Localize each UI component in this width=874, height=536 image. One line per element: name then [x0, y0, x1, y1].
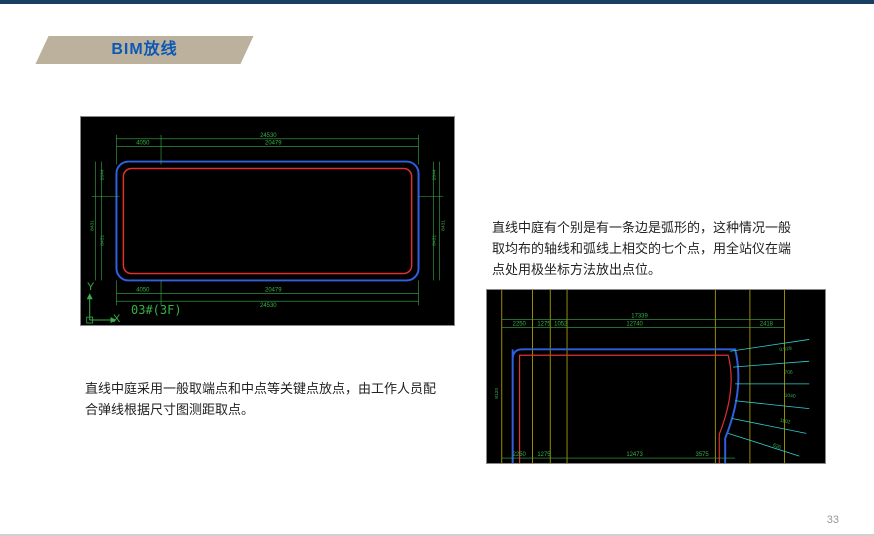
dim-text: 2644	[431, 169, 437, 180]
cad-figure-2: 2250 1275 1052 17339 12740 2418 2250 127…	[486, 289, 826, 464]
dim-text: 2418	[760, 322, 774, 328]
dim-text: 24530	[260, 133, 277, 139]
slide-title: BIM放线	[42, 36, 247, 64]
page-number: 33	[827, 514, 839, 526]
dim-text: 1275	[537, 322, 551, 328]
cad-svg-1: 4050 20479 24530 4050 20479 24530 2644 8…	[81, 117, 454, 325]
cad-svg-2: 2250 1275 1052 17339 12740 2418 2250 127…	[487, 290, 825, 463]
dim-text: 17339	[631, 314, 648, 320]
dim-text: 8431	[100, 235, 106, 246]
cad-figure-1: 4050 20479 24530 4050 20479 24530 2644 8…	[80, 116, 455, 326]
dim-text: 8120	[494, 388, 500, 399]
slide: BIM放线 4050 20479 24530 4050 20479 24530	[0, 0, 874, 536]
dim-text: 20479	[265, 287, 282, 293]
dim-text: 1052	[554, 322, 567, 328]
dim-text: 24530	[260, 303, 277, 309]
dim-text: 8431	[440, 220, 446, 231]
dim-text: 4050	[136, 287, 150, 293]
dim-text: 2250	[513, 452, 527, 458]
caption-right: 直线中庭有个别是有一条边是弧形的，这种情况一般取均布的轴线和弧线上相交的七个点，…	[492, 218, 802, 280]
dim-text: 1040	[784, 393, 796, 400]
dim-text: 3575	[696, 452, 710, 458]
caption-left: 直线中庭采用一般取端点和中点等关键点放点，由工作人员配合弹线根据尺寸图测距取点。	[85, 379, 445, 421]
dim-text: 12473	[626, 452, 643, 458]
cad-drawing-label: 03#(3F)	[131, 303, 182, 317]
dim-text: 2644	[100, 169, 106, 180]
dim-text: 4050	[136, 141, 150, 147]
dim-text: 1275	[537, 452, 551, 458]
dim-text: 20479	[265, 141, 282, 147]
axis-x-label: X	[113, 313, 120, 325]
dim-text: 8431	[90, 220, 96, 231]
dim-text: 2250	[513, 322, 527, 328]
dim-text: 1102	[779, 418, 791, 426]
dim-text: 0.529	[779, 346, 792, 354]
axis-y-label: Y	[87, 281, 94, 293]
dim-text: 706	[784, 370, 793, 376]
dim-text: 8431	[431, 235, 437, 246]
dim-text: 12740	[626, 322, 643, 328]
